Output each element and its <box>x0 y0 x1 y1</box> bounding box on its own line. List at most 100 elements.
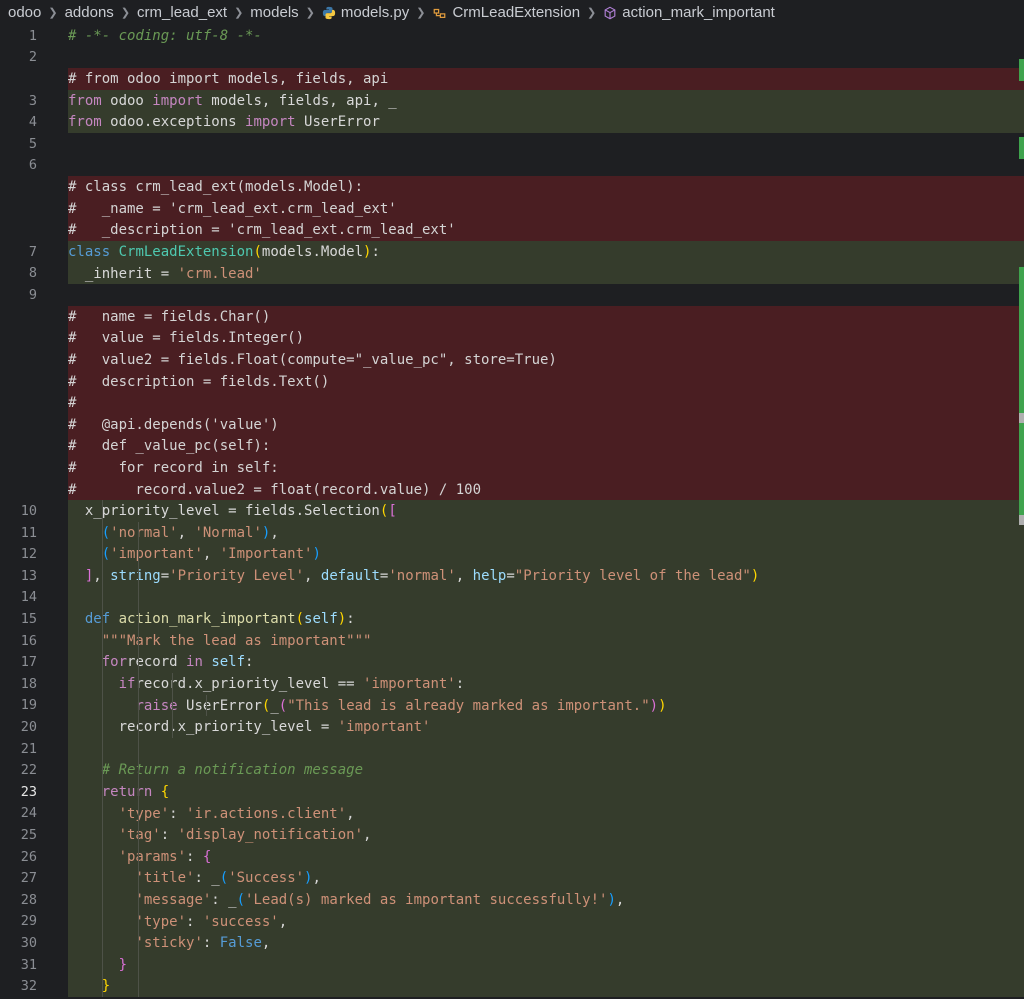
line-number[interactable]: 11 <box>0 522 37 544</box>
code-token: { <box>202 848 212 865</box>
line-number[interactable]: 7 <box>0 241 37 263</box>
code-line[interactable]: def action_mark_important(self): <box>68 608 355 630</box>
code-line[interactable]: # description = fields.Text() <box>68 371 329 393</box>
code-line[interactable]: # from odoo import models, fields, api <box>68 68 388 90</box>
code-line[interactable]: raise UserError(_("This lead is already … <box>68 695 666 717</box>
code-line[interactable]: # @api.depends('value') <box>68 414 279 436</box>
scrollbar-change-marker <box>1019 413 1024 423</box>
code-line[interactable]: } <box>68 975 110 997</box>
line-number[interactable]: 12 <box>0 543 37 565</box>
line-number[interactable]: 17 <box>0 651 37 673</box>
line-number[interactable]: 29 <box>0 910 37 932</box>
breadcrumb-item[interactable]: models <box>248 4 300 21</box>
code-token: models, fields, api, _ <box>202 92 397 109</box>
line-number[interactable]: 27 <box>0 867 37 889</box>
line-number[interactable]: 25 <box>0 824 37 846</box>
code-token: 'normal' <box>110 524 178 541</box>
line-number[interactable]: 20 <box>0 716 37 738</box>
code-token: = <box>506 568 515 584</box>
breadcrumb-item[interactable]: addons <box>63 4 116 21</box>
code-text-area[interactable]: # -*- coding: utf-8 -*- # from odoo impor… <box>68 25 1024 999</box>
code-line[interactable]: x_priority_level = fields.Selection([ <box>68 500 397 522</box>
code-line[interactable]: return { <box>68 781 169 803</box>
code-line[interactable]: record.x_priority_level = 'important' <box>68 716 431 738</box>
code-token: """Mark the lead as important""" <box>101 632 372 649</box>
code-line[interactable]: # <box>68 392 76 414</box>
code-line[interactable]: # _name = 'crm_lead_ext.crm_lead_ext' <box>68 198 397 220</box>
code-line[interactable]: 'type': 'ir.actions.client', <box>68 803 355 825</box>
code-line[interactable]: ], string='Priority Level', default='nor… <box>68 565 759 587</box>
code-line[interactable]: _inherit = 'crm.lead' <box>68 263 262 285</box>
code-line[interactable]: 'tag': 'display_notification', <box>68 824 372 846</box>
code-line[interactable]: class CrmLeadExtension(models.Model): <box>68 241 380 263</box>
code-line[interactable]: from odoo import models, fields, api, _ <box>68 90 397 112</box>
code-line[interactable]: # class crm_lead_ext(models.Model): <box>68 176 363 198</box>
line-number[interactable]: 18 <box>0 673 37 695</box>
vertical-scrollbar[interactable] <box>1014 25 1024 999</box>
code-token: : <box>371 244 380 260</box>
code-line[interactable]: ('important', 'Important') <box>68 543 321 565</box>
code-line[interactable]: # for record in self: <box>68 457 279 479</box>
code-line[interactable]: forrecord in self: <box>68 651 254 673</box>
code-token: # class crm_lead_ext(models.Model): <box>68 179 364 196</box>
line-number[interactable]: 15 <box>0 608 37 630</box>
code-line[interactable]: """Mark the lead as important""" <box>68 630 372 652</box>
line-number[interactable]: 23 <box>0 781 37 803</box>
line-number[interactable]: 10 <box>0 500 37 522</box>
code-line[interactable]: # record.value2 = float(record.value) / … <box>68 479 481 501</box>
line-number[interactable]: 16 <box>0 630 37 652</box>
code-line[interactable]: # -*- coding: utf-8 -*- <box>68 25 262 47</box>
code-line[interactable]: # Return a notification message <box>68 759 363 781</box>
line-number[interactable]: 13 <box>0 565 37 587</box>
line-number[interactable]: 1 <box>0 25 37 47</box>
line-number[interactable]: 6 <box>0 154 37 176</box>
code-line[interactable]: 'title': _('Success'), <box>68 867 320 889</box>
line-number[interactable]: 3 <box>0 90 37 112</box>
code-line[interactable]: ifrecord.x_priority_level == 'important'… <box>68 673 465 695</box>
code-token: # def _value_pc(self): <box>68 438 271 455</box>
line-number-gutter[interactable]: 1 2 3 4 5 6 7 8 9 10 11 12 13 14 15 16 17 18 19 20 21 22 23 24 2… <box>0 25 68 999</box>
code-token: , <box>363 827 372 844</box>
code-line[interactable]: } <box>68 954 127 976</box>
line-number[interactable]: 26 <box>0 846 37 868</box>
line-number[interactable]: 9 <box>0 284 37 306</box>
code-line[interactable]: # _description = 'crm_lead_ext.crm_lead_… <box>68 219 456 241</box>
line-number[interactable]: 32 <box>0 975 37 997</box>
line-number[interactable]: 31 <box>0 954 37 976</box>
code-token: # description = fields.Text() <box>68 373 330 390</box>
line-number[interactable]: 28 <box>0 889 37 911</box>
code-token: odoo <box>101 92 153 109</box>
line-number[interactable]: 22 <box>0 759 37 781</box>
line-number[interactable]: 2 <box>0 46 37 68</box>
breadcrumb-item[interactable]: crm_lead_ext <box>135 4 229 21</box>
breadcrumb-item[interactable]: odoo <box>0 4 43 21</box>
breadcrumb-item[interactable]: action_mark_important <box>601 4 777 21</box>
code-line[interactable]: 'sticky': False, <box>68 932 270 954</box>
line-number[interactable]: 8 <box>0 262 37 284</box>
code-line[interactable]: from odoo.exceptions import UserError <box>68 111 380 133</box>
code-token: UserError <box>177 697 262 714</box>
line-number[interactable]: 30 <box>0 932 37 954</box>
line-number[interactable]: 24 <box>0 802 37 824</box>
code-editor[interactable]: 1 2 3 4 5 6 7 8 9 10 11 12 13 14 15 16 17 18 19 20 21 22 23 24 2… <box>0 25 1024 999</box>
line-number[interactable]: 5 <box>0 133 37 155</box>
line-number[interactable]: 14 <box>0 586 37 608</box>
code-line[interactable]: # name = fields.Char() <box>68 306 270 328</box>
code-line[interactable]: 'message': _('Lead(s) marked as importan… <box>68 889 624 911</box>
code-line[interactable]: 'type': 'success', <box>68 911 287 933</box>
line-number[interactable]: 19 <box>0 694 37 716</box>
line-number[interactable]: 4 <box>0 111 37 133</box>
code-token: : _ <box>211 892 237 908</box>
breadcrumb-item[interactable]: models.py <box>320 4 411 21</box>
code-line[interactable]: 'params': { <box>68 846 212 868</box>
code-line[interactable]: # value = fields.Integer() <box>68 327 304 349</box>
breadcrumb-item[interactable]: CrmLeadExtension <box>430 4 582 21</box>
code-line[interactable]: # value2 = fields.Float(compute="_value_… <box>68 349 557 371</box>
code-line[interactable]: # def _value_pc(self): <box>68 435 270 457</box>
code-line[interactable]: ('normal', 'Normal'), <box>68 522 279 544</box>
line-number[interactable]: 21 <box>0 738 37 760</box>
